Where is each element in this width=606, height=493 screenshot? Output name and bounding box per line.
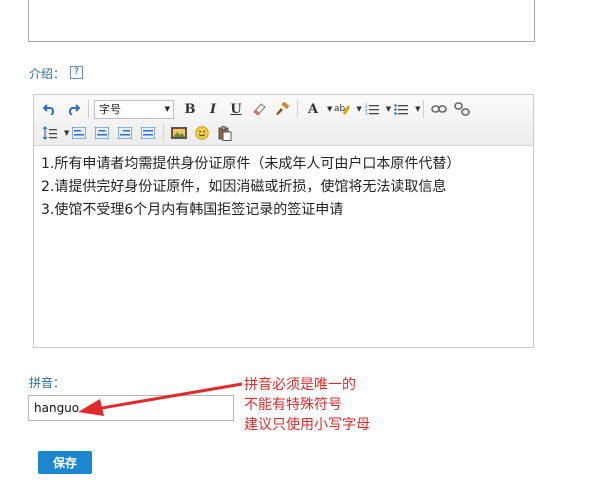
annotation-line-3: 建议只使用小写字母 bbox=[244, 417, 370, 433]
paste-icon[interactable] bbox=[215, 123, 235, 143]
save-button[interactable]: 保存 bbox=[38, 451, 92, 474]
annotation-arrow bbox=[78, 382, 243, 416]
align-justify-icon[interactable] bbox=[138, 123, 158, 143]
image-icon[interactable] bbox=[169, 123, 189, 143]
format-painter-icon[interactable] bbox=[272, 99, 292, 119]
previous-textarea[interactable] bbox=[28, 0, 535, 42]
underline-button[interactable]: U bbox=[226, 99, 246, 119]
pinyin-label: 拼音： bbox=[29, 376, 66, 390]
italic-button[interactable]: I bbox=[203, 99, 223, 119]
intro-label: 介绍： bbox=[29, 67, 66, 81]
toolbar-separator bbox=[297, 100, 298, 118]
chevron-down-icon[interactable]: ▼ bbox=[415, 105, 420, 113]
highlight-icon[interactable]: ab bbox=[332, 99, 352, 119]
unordered-list-icon[interactable] bbox=[391, 99, 411, 119]
redo-icon[interactable] bbox=[63, 99, 83, 119]
rich-text-editor: 字号 ▼ B I U A ▼ ab ▼ 123 ▼ ▼ ▼ 1.所有申请者均需提… bbox=[33, 94, 534, 348]
toolbar-separator bbox=[88, 100, 89, 118]
align-left-icon[interactable] bbox=[69, 123, 89, 143]
editor-toolbar: 字号 ▼ B I U A ▼ ab ▼ 123 ▼ ▼ ▼ bbox=[34, 95, 533, 146]
editor-content[interactable]: 1.所有申请者均需提供身份证原件（未成年人可由户口本原件代替） 2.请提供完好身… bbox=[41, 155, 521, 224]
undo-icon[interactable] bbox=[40, 99, 60, 119]
annotation-note: 拼音必须是唯一的 不能有特殊符号 建议只使用小写字母 bbox=[244, 375, 370, 435]
toolbar-separator bbox=[163, 124, 165, 142]
ordered-list-icon[interactable]: 123 bbox=[362, 99, 382, 119]
editor-line-3: 3.使馆不受理6个月内有韩国拒签记录的签证申请 bbox=[41, 202, 344, 218]
toolbar-separator bbox=[422, 100, 424, 118]
eraser-icon[interactable] bbox=[249, 99, 269, 119]
emoticon-icon[interactable] bbox=[192, 123, 212, 143]
align-right-icon[interactable] bbox=[115, 123, 135, 143]
annotation-line-2: 不能有特殊符号 bbox=[244, 397, 342, 413]
annotation-line-1: 拼音必须是唯一的 bbox=[244, 377, 356, 393]
font-size-value: 字号 bbox=[99, 103, 121, 116]
editor-line-2: 2.请提供完好身份证原件，如因消磁或折损，使馆将无法读取信息 bbox=[41, 179, 447, 195]
align-center-icon[interactable] bbox=[92, 123, 112, 143]
bold-button[interactable]: B bbox=[180, 99, 200, 119]
editor-line-1: 1.所有申请者均需提供身份证原件（未成年人可由户口本原件代替） bbox=[41, 156, 461, 172]
help-icon[interactable]: ? bbox=[70, 66, 83, 79]
svg-text:3: 3 bbox=[365, 111, 368, 116]
font-color-button[interactable]: A bbox=[303, 99, 323, 119]
chevron-down-icon: ▼ bbox=[164, 105, 170, 113]
unlink-icon[interactable] bbox=[452, 99, 472, 119]
line-height-icon[interactable] bbox=[40, 123, 60, 143]
font-size-select[interactable]: 字号 ▼ bbox=[94, 99, 174, 119]
link-icon[interactable] bbox=[429, 99, 449, 119]
